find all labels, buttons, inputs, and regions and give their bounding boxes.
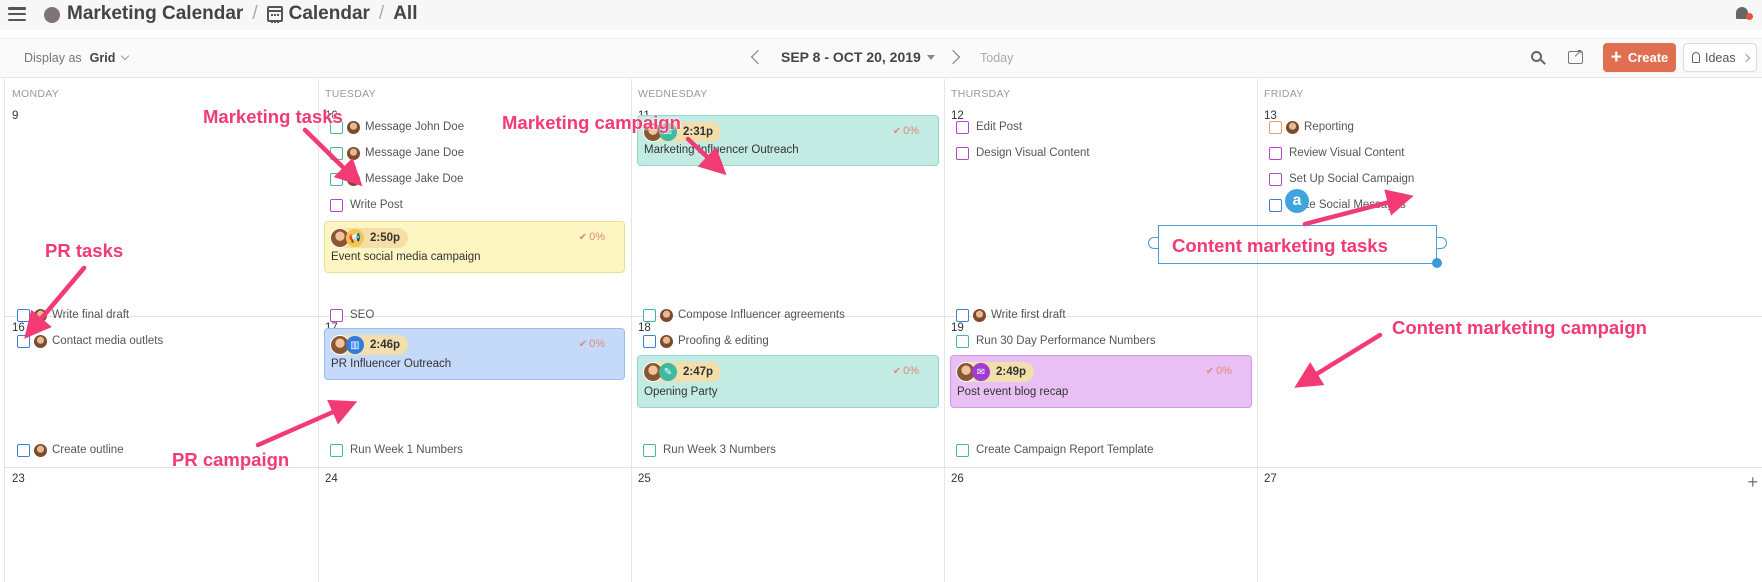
annotation-content-campaign: Content marketing campaign	[1392, 317, 1647, 338]
arrow-content-tasks	[1302, 189, 1414, 227]
arrow-content-campaign	[1294, 332, 1383, 388]
annotation-pr-tasks: PR tasks	[45, 240, 124, 261]
arrow-marketing-campaign	[685, 136, 727, 176]
annotation-marketing-campaign: Marketing campaign	[502, 112, 681, 133]
annotation-marketing-tasks: Marketing tasks	[203, 106, 343, 127]
annotation-arrows	[24, 127, 1414, 448]
arrow-pr-campaign	[255, 399, 358, 448]
arrow-marketing-tasks	[302, 127, 363, 187]
arrow-pr-tasks	[24, 265, 87, 339]
annotation-pr-campaign: PR campaign	[172, 449, 290, 470]
annotation-content-tasks: Content marketing tasks	[1172, 235, 1388, 256]
